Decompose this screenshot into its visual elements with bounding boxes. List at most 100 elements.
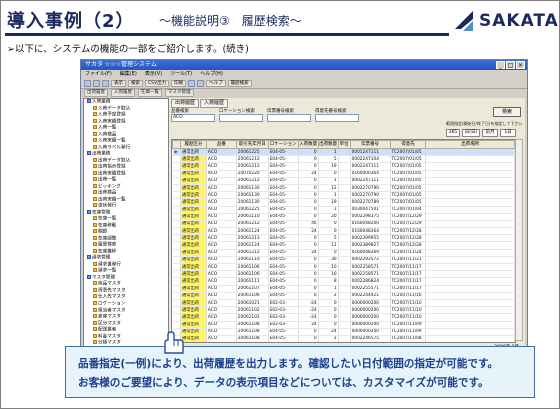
menu-file[interactable]: ファイル(F) [85, 70, 112, 78]
callout-line-2: お客様のご要望により、データの表示項目などについては、カスタマイズが可能です。 [78, 377, 489, 389]
table-row[interactable]: 通常出荷 ACO 20061108 E02-03- 24 0 0000000200 TC200… [172, 321, 515, 329]
table-cell: TC2007/11/16 [390, 292, 427, 300]
column-header[interactable]: 取引先年月日 [235, 140, 269, 149]
table-row[interactable]: 通常出荷 ACO 20061021 E02-03- -24 0 0000000200 TC20… [172, 299, 515, 308]
toolbar-print[interactable]: 印刷 [171, 79, 187, 87]
document-icon [93, 131, 97, 136]
table-row[interactable]: 通常出荷 ACO 20061102 E02-03- -24 0 0000000200 TC20… [172, 313, 515, 322]
menu-tools[interactable]: ツール(T) [170, 70, 192, 78]
toolbar-csv[interactable]: CSV出力 [145, 79, 170, 87]
toolbar2-master[interactable]: マスタ管理 [165, 89, 194, 97]
save-icon[interactable] [102, 79, 109, 87]
customer-search-input[interactable] [315, 114, 359, 122]
table-cell: 1 [318, 191, 339, 200]
refresh-icon[interactable] [197, 79, 205, 87]
table-row[interactable]: 通常出荷 ACO 20061106 E04-05- 0 10 0002258571 TC200… [172, 270, 515, 279]
tree-item-label: 入荷一覧 [98, 125, 117, 131]
column-header[interactable]: 単位 [337, 140, 351, 149]
table-row[interactable]: 通常出荷 ACO 20061212 E04-05- 0 5 0002247104 TC2007… [172, 155, 515, 164]
table-cell: ACO [206, 249, 237, 257]
tree-item-label: 出荷検品 [98, 190, 117, 196]
toolbar2-shipping[interactable]: 出荷履歴 [84, 89, 108, 97]
table-row[interactable]: 通常出荷 ACO 20061212 E04-05- 24 0 0160048269 TC200… [172, 249, 515, 257]
location-search-input[interactable] [219, 114, 263, 122]
toolbar-history[interactable]: 履歴検索 [227, 79, 252, 87]
table-cell [172, 256, 181, 265]
menu-help[interactable]: ヘルプ(H) [200, 70, 223, 78]
prev-month-button[interactable]: 前月 [482, 129, 498, 137]
close-button[interactable]: × [516, 61, 525, 69]
menu-edit[interactable]: 編集(E) [120, 70, 137, 78]
window-controls: _ □ × [496, 61, 525, 69]
column-header[interactable]: 出荷場所 [425, 140, 515, 149]
table-cell [172, 277, 181, 286]
column-header[interactable]: 履歴区分 [179, 140, 207, 149]
table-row[interactable]: 通常出荷 ACO 20061212 E04-05- 46 0 0160048200 TC200… [172, 220, 515, 229]
column-header[interactable]: 得意先 [389, 140, 427, 149]
table-cell: 0002270790 [350, 184, 391, 193]
table-row[interactable]: 通常出荷 ACO 20061124 E04-05- 24 0 0160048364 TC200… [172, 227, 515, 236]
document-icon [93, 190, 97, 195]
print-icon[interactable] [188, 79, 196, 87]
maximize-button[interactable]: □ [506, 61, 515, 69]
slip-search-input[interactable] [267, 114, 311, 122]
table-row[interactable]: 通常出荷 ACO 20061107 E04-05- 0 1 0002255571 TC2007… [172, 285, 515, 293]
search-button[interactable]: 検索 [493, 107, 521, 117]
toolbar-search[interactable]: 検索 [128, 79, 143, 87]
table-cell [338, 198, 351, 207]
table-cell: 20061212 [236, 220, 269, 229]
table-row[interactable]: 通常出荷 ACO 20061225 E04-05- 0 1 0030047501 TC2007… [172, 206, 515, 214]
column-header[interactable]: 伝票番号 [349, 140, 391, 149]
table-row[interactable]: 通常出荷 ACO 20061111 E04-05- 0 8 0002286824 TC2007… [172, 277, 515, 286]
toolbar2-receiving[interactable]: 入荷履歴 [111, 89, 135, 97]
toolbar-show[interactable]: 表示 [111, 79, 126, 87]
table-cell: E04-05- [268, 256, 299, 265]
open-icon[interactable] [93, 79, 100, 87]
range-days-field[interactable]: 365 [446, 129, 460, 137]
table-cell: 12 [318, 184, 339, 193]
table-cell: 通常出荷 [180, 256, 207, 265]
column-header[interactable]: 出荷数量 [317, 140, 339, 149]
table-row[interactable]: 通常出荷 ACO 20061212 E04-05- 0 1 0002247111 TC2007… [172, 177, 515, 185]
navigation-tree: 入荷業務 入荷データ取込 入荷予定登録 入荷実績登録 入荷一覧 入荷検品 入荷実績一覧 入荷ラ… [83, 98, 169, 355]
table-cell [425, 206, 515, 214]
table-row[interactable]: 通常出荷 ACO 20061130 E04-05- 0 1 0002270790 TC2007… [172, 191, 515, 200]
new-icon[interactable] [84, 79, 91, 87]
menu-view[interactable]: 表示(V) [145, 70, 162, 78]
table-row[interactable]: ▶ 通常出荷 ACO 20061225 E04-05- 0 1 0001247111 TC200… [172, 148, 515, 157]
tab-receiving-history[interactable]: 入荷履歴 [200, 99, 229, 108]
column-header[interactable]: ロケーション [267, 140, 299, 149]
table-cell: ACO [206, 213, 237, 221]
tab-shipping-history[interactable]: 出荷履歴 [171, 99, 200, 108]
table-row[interactable]: 通常出荷 ACO 20061213 E04-05- 0 5 0002399955 TC2007… [172, 234, 515, 243]
table-row[interactable]: 通常出荷 ACO 20061108 E04-05- 0 24 0000000200 TC200… [172, 328, 515, 336]
toolbar2-stock[interactable]: 在庫一覧 [138, 89, 162, 97]
grid-scrollbar[interactable] [515, 139, 523, 341]
toolbar-help[interactable]: ヘルプ [206, 79, 226, 87]
column-header[interactable]: 入荷数量 [297, 140, 319, 149]
table-cell: 0 [298, 263, 319, 272]
tree-item-label: 出荷業務 [92, 151, 111, 157]
product-search-input[interactable]: ACO [171, 114, 215, 122]
table-row[interactable]: 通常出荷 ACO 20061130 E04-05- 0 19 0002270789 TC200… [172, 198, 515, 207]
first-day-button[interactable]: 1日 [500, 129, 516, 137]
table-row[interactable]: 通常出荷 ACO 20061106 E04-05- 0 10 0002258571 TC200… [172, 263, 515, 272]
table-row[interactable]: 通常出荷 ACO 20061102 E02-03- -24 0 0000000200 TC20… [172, 306, 515, 315]
table-cell [172, 306, 181, 315]
table-cell [172, 234, 181, 243]
table-row[interactable]: 通常出荷 ACO 20061110 E04-05- 0 36 0002293572 TC200… [172, 256, 515, 265]
column-header[interactable]: 品番 [205, 140, 237, 149]
table-row[interactable]: 通常出荷 ACO 20061108 E04-05- 0 2 0002246575 TC2007… [172, 335, 515, 342]
range-unit-select[interactable]: 日(日) [462, 129, 480, 137]
tree-item-label: 在庫調整 [98, 236, 117, 242]
table-row[interactable]: 通常出荷 ACO 20061212 E04-05- 0 19 0002247111 TC200… [172, 162, 515, 171]
column-header[interactable] [172, 140, 181, 149]
minimize-button[interactable]: _ [496, 61, 505, 69]
table-row[interactable]: 通常出荷 ACO 20061124 E04-05- 0 11 0002389827 TC200… [172, 241, 515, 250]
table-cell: ACO [206, 234, 237, 243]
table-row[interactable]: 通常出荷 ACO 20070220 E04-05- 24 0 0160000364 TC200… [172, 170, 515, 178]
table-row[interactable]: 通常出荷 ACO 20061130 E04-05- 0 12 0002270790 TC200… [172, 184, 515, 193]
table-row[interactable]: 通常出荷 ACO 20061110 E04-05- 0 20 0002298175 TC200… [172, 213, 515, 221]
table-cell: 20061108 [236, 321, 269, 329]
table-row[interactable]: 通常出荷 ACO 20061106 E04-05- 0 2 0002244421 TC2007… [172, 292, 515, 300]
